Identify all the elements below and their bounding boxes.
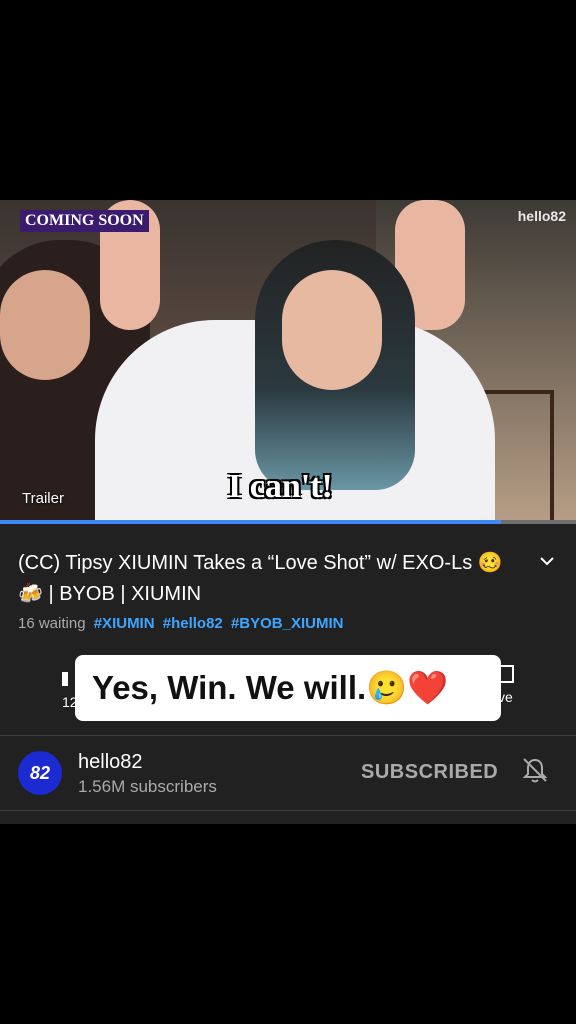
video-meta: 16 waiting #XIUMIN #hello82 #BYOB_XIUMIN (18, 615, 343, 632)
coming-soon-badge: COMING SOON (20, 210, 149, 232)
video-title[interactable]: (CC) Tipsy XIUMIN Takes a “Love Shot” w/… (18, 548, 528, 610)
like-icon (62, 672, 68, 686)
person-center-face (282, 270, 382, 390)
overlay-comment-text: Yes, Win. We will.🥲❤️ (75, 655, 501, 721)
channel-watermark: hello82 (517, 208, 566, 224)
hashtag-link[interactable]: #XIUMIN (94, 615, 155, 632)
video-subtitle: I can't! (228, 468, 333, 505)
subscriber-count: 1.56M subscribers (78, 777, 217, 796)
video-player[interactable]: COMING SOON hello82 I can't! Trailer (0, 200, 576, 522)
person-left-face (0, 270, 90, 380)
divider (0, 810, 576, 811)
hashtag-link[interactable]: #BYOB_XIUMIN (231, 615, 344, 632)
waiting-count: 16 waiting (18, 615, 86, 632)
channel-avatar[interactable]: 82 (18, 751, 62, 795)
chevron-down-icon[interactable] (538, 552, 556, 570)
trailer-label: Trailer (22, 490, 64, 507)
channel-name[interactable]: hello82 (78, 751, 143, 774)
channel-row[interactable]: 82 hello82 1.56M subscribers SUBSCRIBED (0, 735, 576, 811)
hashtag-link[interactable]: #hello82 (163, 615, 223, 632)
subscribed-button[interactable]: SUBSCRIBED (361, 761, 498, 784)
bell-off-icon[interactable] (520, 755, 550, 785)
